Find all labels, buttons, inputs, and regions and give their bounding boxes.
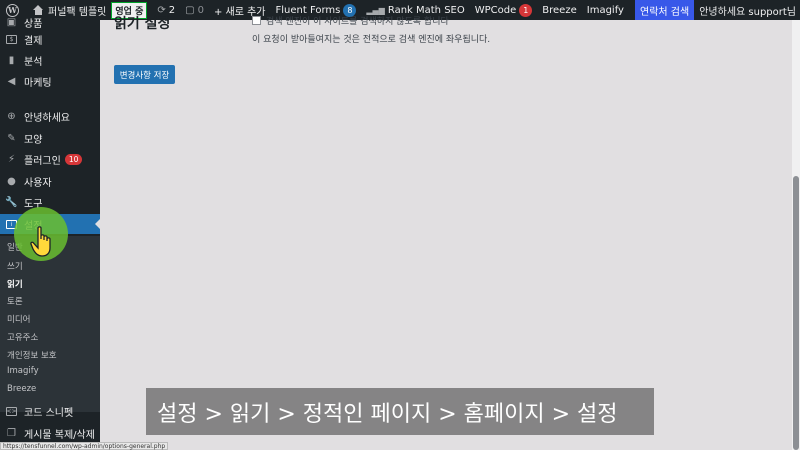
sidebar-item-label: 안녕하세요 [24, 112, 70, 124]
tutorial-caption: 설정 > 읽기 > 정적인 페이지 > 홈페이지 > 설정 [146, 388, 654, 435]
user-icon: ● [7, 175, 16, 187]
brush-icon: ✎ [7, 132, 16, 144]
main-content: 읽기 설정 검색 엔진이 이 사이트를 검색하지 않도록 합니다 이 요청이 받… [100, 16, 792, 450]
hand-pointer-icon [30, 226, 51, 257]
plugins-update-count: 10 [64, 153, 83, 165]
products-icon: ▣ [6, 16, 17, 28]
settings-submenu: 일반 쓰기 읽기 토론 미디어 고유주소 개인정보 보호 Imagify Bre… [0, 236, 100, 412]
plus-circle-icon: ⊕ [7, 110, 16, 122]
submenu-privacy[interactable]: 개인정보 보호 [7, 349, 57, 361]
page-title: 읽기 설정 [114, 16, 171, 32]
code-icon: <> [6, 406, 17, 416]
submenu-breeze[interactable]: Breeze [7, 384, 36, 394]
search-engine-visibility-checkbox[interactable] [252, 16, 261, 25]
breeze-label: Breeze [542, 4, 577, 16]
wpcode-label: WPCode [474, 4, 517, 16]
submenu-media[interactable]: 미디어 [7, 313, 30, 325]
submenu-imagify[interactable]: Imagify [7, 366, 39, 376]
comments-count: 0 [197, 4, 204, 16]
search-engine-description: 이 요청이 받아들여지는 것은 전적으로 검색 엔진에 좌우됩니다. [252, 35, 491, 45]
sidebar-item-appearance[interactable]: ✎ 모양 [0, 128, 100, 148]
sidebar-item-users[interactable]: ● 사용자 [0, 171, 100, 191]
sidebar-item-analytics[interactable]: ▮ 분석 [0, 50, 100, 70]
plugin-icon: ⚡ [7, 153, 16, 165]
breeze-link[interactable]: Breeze [537, 0, 581, 20]
comment-icon: ▢ [185, 4, 195, 16]
submenu-discussion[interactable]: 토론 [7, 295, 23, 307]
sidebar-item-label: 코드 스니펫 [24, 407, 74, 419]
sidebar-item-code-snippets[interactable]: <> 코드 스니펫 [0, 401, 100, 421]
account-menu[interactable]: 안녕하세요 support님 [694, 0, 800, 20]
scrollbar-thumb[interactable] [793, 176, 799, 450]
dollar-icon: $ [5, 33, 18, 46]
wpcode-count: 1 [519, 3, 533, 17]
imagify-link[interactable]: Imagify [582, 0, 629, 20]
sidebar-item-label: 분석 [24, 56, 43, 68]
wpcode-link[interactable]: WPCode 1 [470, 0, 538, 20]
submenu-writing[interactable]: 쓰기 [7, 260, 23, 272]
sidebar-item-label: 모양 [24, 134, 43, 146]
comments-link[interactable]: ▢ 0 [180, 0, 209, 20]
sidebar-item-label: 상품 [24, 18, 43, 30]
page-scrollbar[interactable] [792, 20, 800, 450]
sidebar-item-hello[interactable]: ⊕ 안녕하세요 [0, 106, 100, 126]
wrench-icon: 🔧 [5, 196, 18, 208]
sidebar-item-label: 플러그인 [24, 155, 61, 167]
megaphone-icon: ◀ [7, 75, 16, 87]
search-engine-visibility-label: 검색 엔진이 이 사이트를 검색하지 않도록 합니다 [266, 17, 449, 27]
bar-chart-icon: ▮ [8, 54, 15, 66]
submenu-reading[interactable]: 읽기 [7, 278, 23, 290]
sidebar-item-label: 사용자 [24, 177, 52, 189]
greeting-label: 안녕하세요 support님 [699, 6, 796, 18]
submenu-permalinks[interactable]: 고유주소 [7, 331, 38, 343]
sidebar-item-marketing[interactable]: ◀ 마케팅 [0, 71, 100, 91]
contact-search-button[interactable]: 연락처 검색 [635, 0, 695, 20]
search-engine-visibility-row: 검색 엔진이 이 사이트를 검색하지 않도록 합니다 [252, 14, 449, 27]
sidebar-item-payments[interactable]: $ 결제 [0, 29, 100, 49]
imagify-label: Imagify [586, 4, 624, 16]
save-changes-button[interactable]: 변경사항 저장 [114, 65, 175, 84]
sidebar-item-label: 게시물 복제/삭제 [24, 429, 95, 441]
sidebar-item-duplicate-post[interactable]: ❐ 게시물 복제/삭제 [0, 423, 100, 443]
contact-search-label: 연락처 검색 [640, 6, 690, 18]
sidebar-item-label: 마케팅 [24, 77, 52, 89]
sidebar-item-label: 결제 [24, 35, 43, 47]
copy-icon: ❐ [7, 427, 16, 439]
status-bar-url: https://tensfunnel.com/wp-admin/options-… [0, 442, 169, 450]
sidebar-item-plugins[interactable]: ⚡ 플러그인 10 [0, 149, 100, 169]
